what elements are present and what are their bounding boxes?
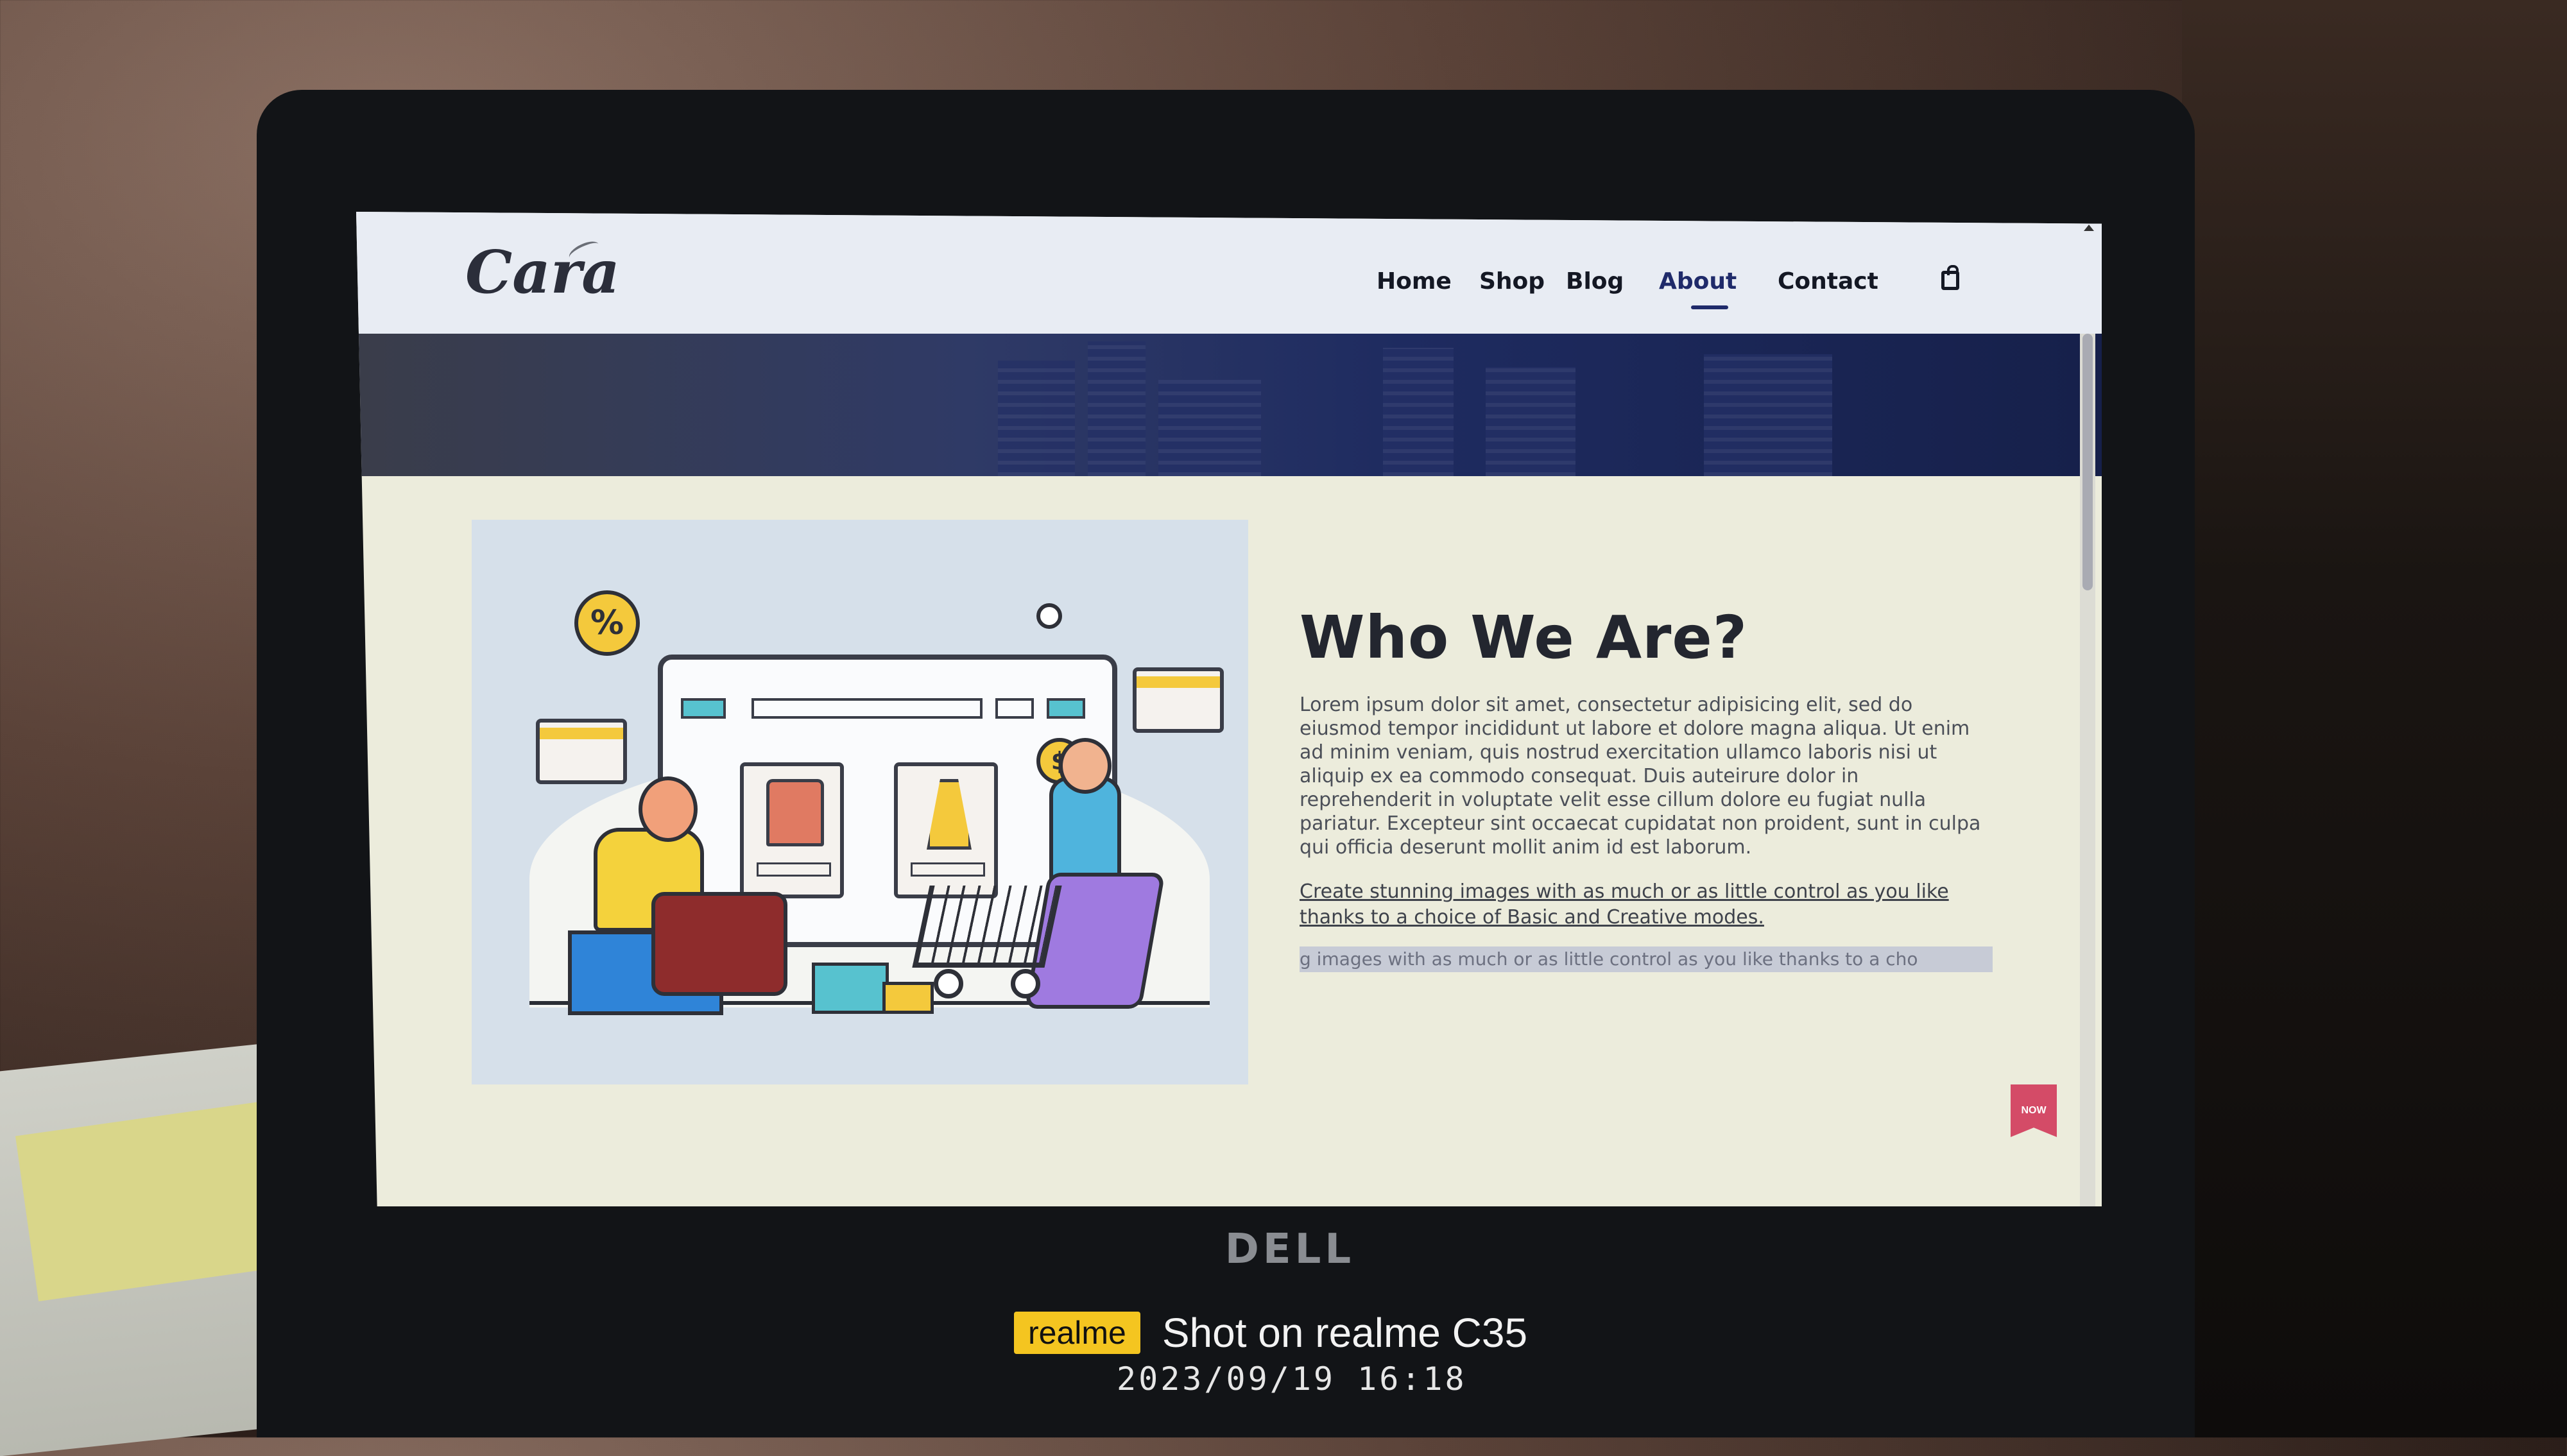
watermark-brand: realme [1014,1312,1140,1354]
page-banner [356,334,2102,476]
now-badge[interactable]: NOW [2011,1084,2057,1137]
about-link-text[interactable]: Create stunning images with as much or a… [1300,879,1993,930]
credit-card-icon [536,719,627,784]
about-illustration: % $ [472,520,1248,1084]
watermark-datetime: 2023/09/19 16:18 [1117,1360,1467,1398]
scroll-up-arrow-icon[interactable] [2084,225,2094,231]
window-toolbar [681,698,1092,721]
nav-blog[interactable]: Blog [1566,268,1624,295]
browser-screen: Cara Home Shop Blog About Contact % Who … [356,212,2102,1206]
camera-watermark: realme Shot on realme C35 [1014,1309,1527,1357]
watermark-text: Shot on realme C35 [1162,1310,1528,1356]
site-header: Cara Home Shop Blog About Contact [356,212,2102,335]
percent-coin-icon: % [574,590,640,656]
dell-logo: DELL [1224,1226,1355,1273]
background-wall [2182,0,2567,1437]
credit-card-icon [1133,667,1224,733]
banner-building [1704,354,1832,476]
scrollbar-thumb[interactable] [2082,334,2093,590]
nav-contact[interactable]: Contact [1778,268,1878,295]
product-card-shirt [740,762,844,898]
person-shopper-legs [651,892,787,996]
package-box [882,982,934,1014]
scrolling-marquee-text: g images with as much or as little contr… [1300,946,1993,972]
shopping-cart-icon [912,886,1062,968]
package-box [812,963,889,1014]
small-coin-icon [1036,603,1062,629]
shopping-bag-icon[interactable] [1941,265,1959,290]
page-scrollbar[interactable] [2080,334,2095,1206]
nav-shop[interactable]: Shop [1479,268,1545,295]
person-shopper-head [639,776,698,842]
banner-building [1088,341,1146,476]
product-card-dress [894,762,998,898]
banner-building [1158,380,1261,476]
banner-building [998,361,1075,476]
active-nav-indicator [1691,305,1728,309]
banner-building [1383,348,1454,476]
person-walker-head [1059,738,1112,794]
banner-building [1486,367,1575,476]
nav-home[interactable]: Home [1377,268,1452,295]
nav-about[interactable]: About [1659,268,1737,295]
cart-wheel-icon [934,969,963,998]
cart-wheel-icon [1011,969,1040,998]
about-title: Who We Are? [1300,603,1748,672]
about-body-text: Lorem ipsum dolor sit amet, consectetur … [1300,694,1981,859]
